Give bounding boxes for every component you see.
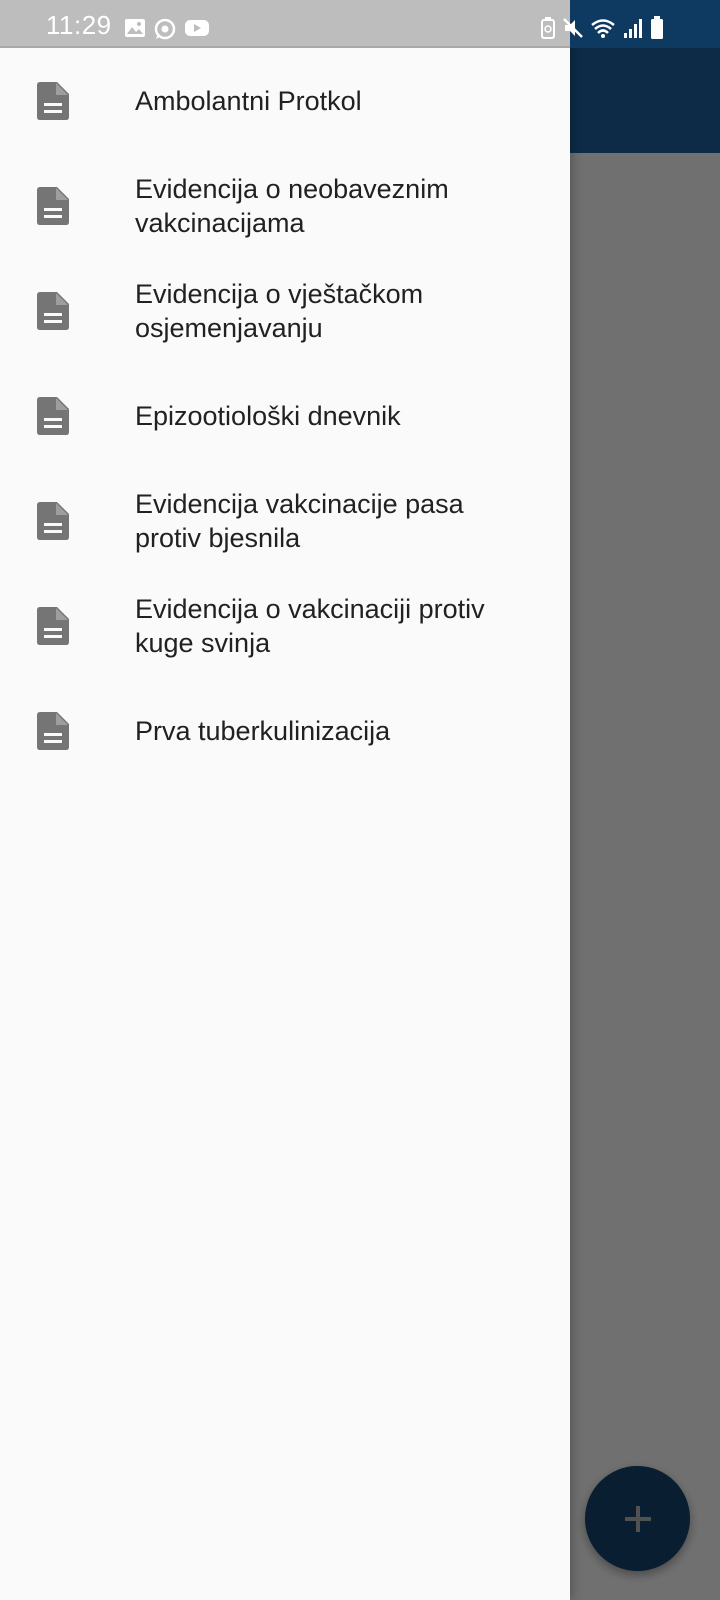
system-icons	[540, 16, 664, 40]
navigation-drawer: Ambolantni Protkol Evidencija o neobavez…	[0, 0, 570, 1600]
document-icon	[37, 606, 69, 645]
drawer-item-label: Prva tuberkulinizacija	[135, 715, 391, 746]
drawer-item-label: Evidencija o vakcinaciji protiv kuge svi…	[135, 593, 485, 658]
wifi-icon	[590, 17, 616, 39]
document-icon	[37, 81, 69, 120]
mute-icon	[562, 17, 584, 39]
document-icon	[37, 291, 69, 330]
battery-saver-icon	[540, 17, 556, 39]
drawer-item-label: Evidencija o neobaveznim vakcinacijama	[135, 173, 449, 238]
drawer-item-label: Ambolantni Protkol	[135, 85, 362, 116]
drawer-item-kuga-svinja[interactable]: Evidencija o vakcinaciji protiv kuge svi…	[0, 573, 570, 678]
drawer-item-vakcinacija-pasa[interactable]: Evidencija vakcinacije pasa protiv bjesn…	[0, 468, 570, 573]
notification-icons	[124, 18, 210, 40]
drawer-item-label: Evidencija vakcinacije pasa protiv bjesn…	[135, 488, 464, 553]
fab-dim-overlay	[585, 1466, 690, 1571]
battery-icon	[650, 16, 664, 40]
drawer-item-vjestacko-osjemenjavanje[interactable]: Evidencija o vještačkom osjemenjavanju	[0, 258, 570, 363]
document-icon	[37, 711, 69, 750]
drawer-item-neobavezne-vakcinacije[interactable]: Evidencija o neobaveznim vakcinacijama	[0, 153, 570, 258]
document-icon	[37, 396, 69, 435]
document-icon	[37, 501, 69, 540]
drawer-menu-list: Ambolantni Protkol Evidencija o neobavez…	[0, 48, 570, 783]
drawer-item-epizootioloski-dnevnik[interactable]: Epizootiološki dnevnik	[0, 363, 570, 468]
drawer-item-label: Epizootiološki dnevnik	[135, 400, 401, 431]
youtube-icon	[184, 18, 210, 40]
status-bar: 11:29	[0, 0, 720, 48]
whatsapp-icon	[154, 18, 176, 40]
drawer-item-label: Evidencija o vještačkom osjemenjavanju	[135, 278, 424, 343]
document-icon	[37, 186, 69, 225]
signal-icon	[622, 17, 644, 39]
drawer-item-ambolantni-protokol[interactable]: Ambolantni Protkol	[0, 48, 570, 153]
drawer-item-prva-tuberkulinizacija[interactable]: Prva tuberkulinizacija	[0, 678, 570, 783]
image-icon	[124, 18, 146, 40]
screen: 11:29 Ambolantni Protkol Evidencija o ne…	[0, 0, 720, 1600]
status-time: 11:29	[46, 10, 112, 40]
